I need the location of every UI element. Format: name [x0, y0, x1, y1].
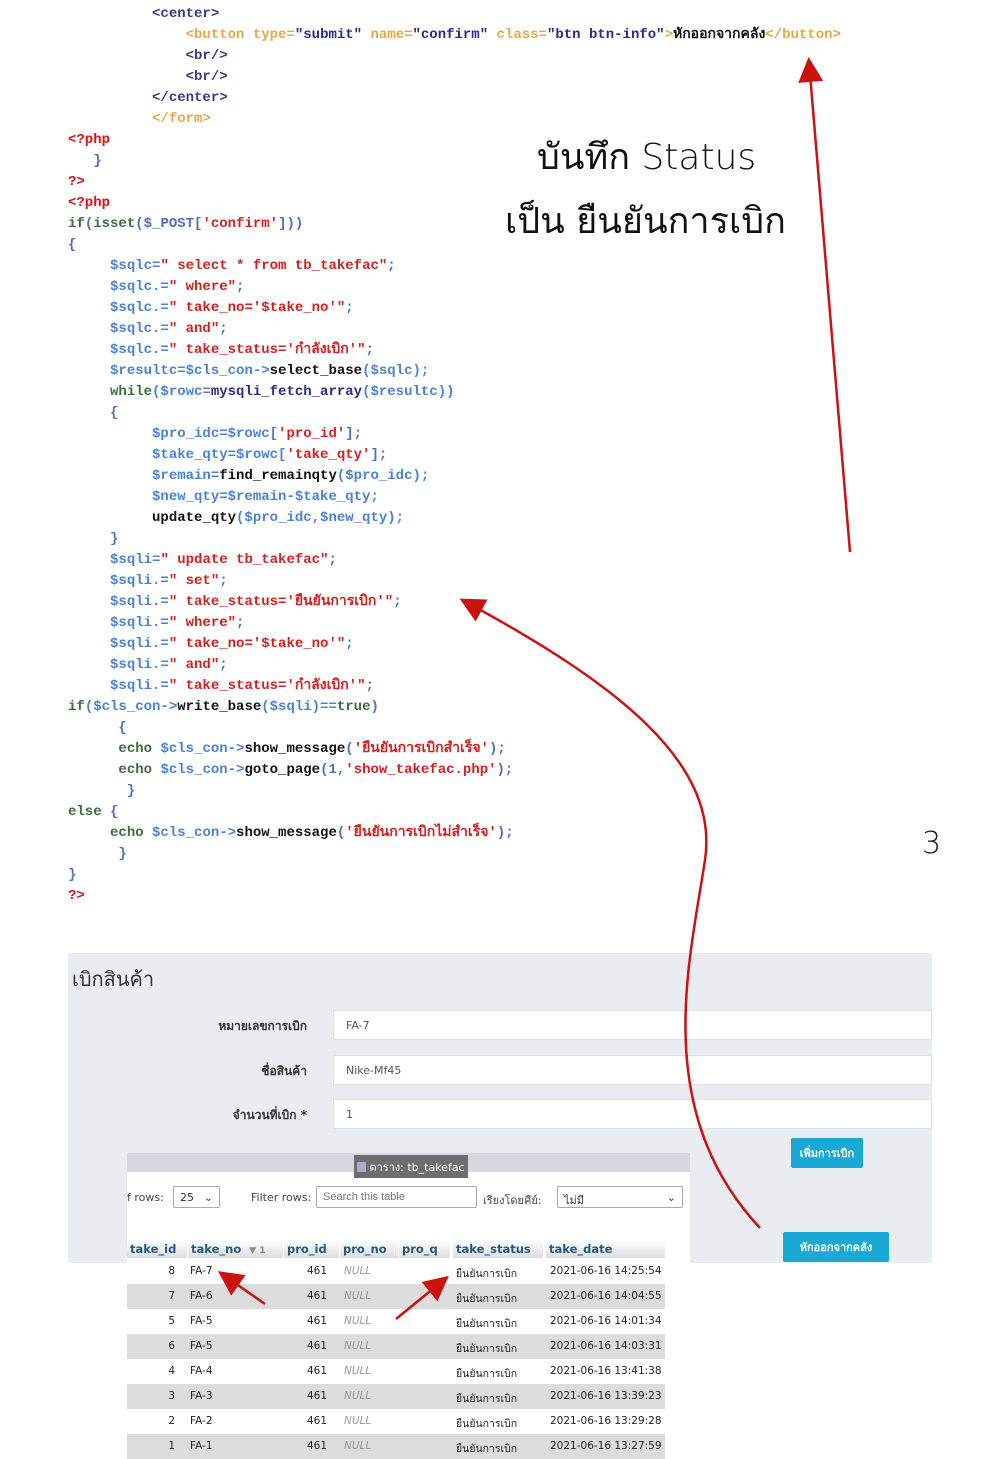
arrow-to-take-no — [217, 1271, 266, 1306]
arrow-to-take-status — [395, 1275, 449, 1320]
arrow-to-button-label — [798, 57, 852, 553]
arrow-deduct-to-code — [459, 598, 761, 1229]
annotation-arrows — [217, 57, 852, 1320]
